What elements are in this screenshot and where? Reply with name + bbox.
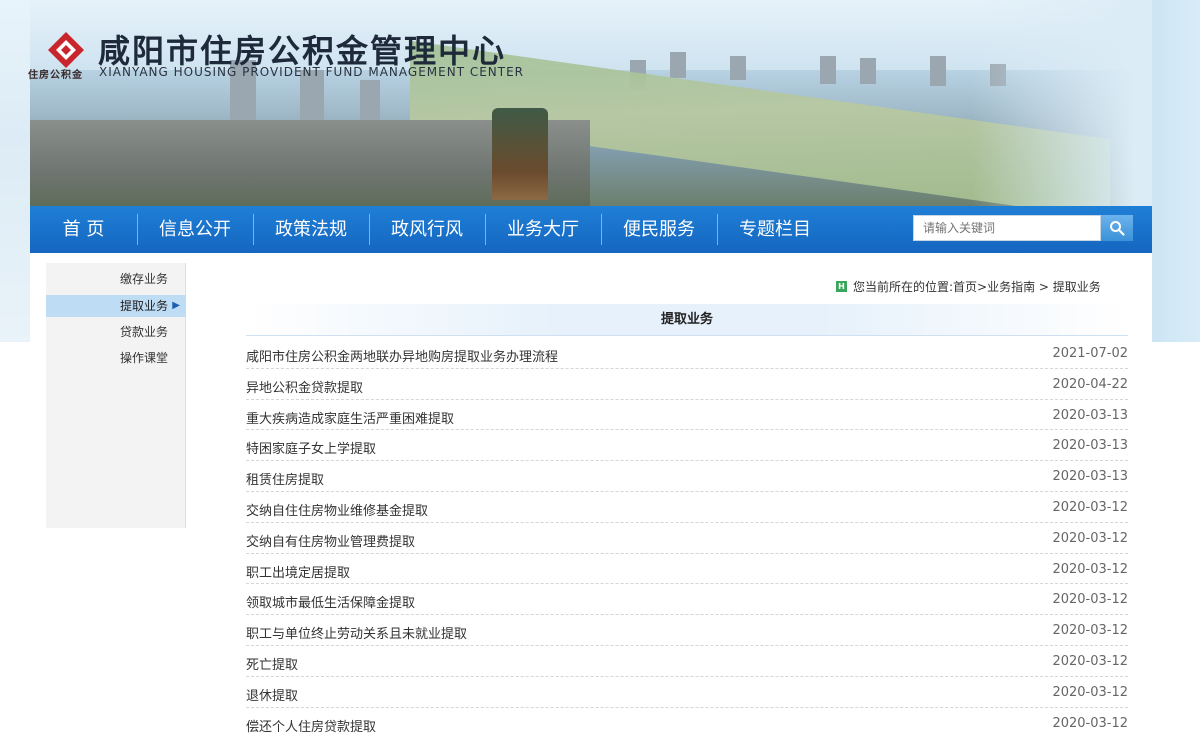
list-item: 死亡提取 2020-03-12 bbox=[246, 646, 1128, 677]
article-date: 2020-03-12 bbox=[1052, 530, 1128, 546]
article-date: 2020-03-13 bbox=[1052, 469, 1128, 485]
nav-item-info[interactable]: 信息公开 bbox=[137, 206, 253, 253]
list-item: 职工与单位终止劳动关系且未就业提取 2020-03-12 bbox=[246, 615, 1128, 646]
article-date: 2020-03-12 bbox=[1052, 653, 1128, 669]
nav-item-topics[interactable]: 专题栏目 bbox=[717, 206, 833, 253]
search-input[interactable] bbox=[914, 216, 1100, 240]
article-date: 2020-04-22 bbox=[1052, 376, 1128, 392]
list-item: 偿还个人住房贷款提取 2020-03-12 bbox=[246, 708, 1128, 734]
banner-building bbox=[670, 52, 686, 78]
banner-building bbox=[860, 58, 876, 84]
list-item: 交纳自住住房物业维修基金提取 2020-03-12 bbox=[246, 492, 1128, 523]
nav-item-services[interactable]: 便民服务 bbox=[601, 206, 717, 253]
article-date: 2020-03-12 bbox=[1052, 561, 1128, 577]
breadcrumb-path[interactable]: 首页>业务指南 > 提取业务 bbox=[953, 278, 1101, 295]
article-date: 2020-03-12 bbox=[1052, 684, 1128, 700]
section-title: 提取业务 bbox=[246, 304, 1128, 336]
nav-item-policy[interactable]: 政策法规 bbox=[253, 206, 369, 253]
list-item: 领取城市最低生活保障金提取 2020-03-12 bbox=[246, 584, 1128, 616]
sidebar-item-deposit[interactable]: 缴存业务 bbox=[46, 268, 186, 290]
sidebar-item-label: 贷款业务 bbox=[119, 325, 168, 339]
banner-fade bbox=[972, 0, 1152, 206]
article-date: 2020-03-12 bbox=[1052, 592, 1128, 608]
article-link[interactable]: 咸阳市住房公积金两地联办异地购房提取业务办理流程 bbox=[246, 346, 558, 365]
triangle-right-icon: ▶ bbox=[172, 300, 180, 311]
breadcrumb-prefix: 您当前所在的位置: bbox=[853, 280, 954, 294]
article-link[interactable]: 交纳自住住房物业维修基金提取 bbox=[246, 500, 428, 519]
sidebar-item-withdrawal[interactable]: 提取业务 ▶ bbox=[46, 295, 186, 317]
logo-caption: 住房公积金 bbox=[28, 70, 83, 81]
banner-building bbox=[820, 56, 836, 84]
nav-item-conduct[interactable]: 政风行风 bbox=[369, 206, 485, 253]
nav-item-home[interactable]: 首 页 bbox=[30, 206, 137, 253]
banner-building bbox=[730, 56, 746, 80]
article-link[interactable]: 特困家庭子女上学提取 bbox=[246, 438, 376, 457]
list-item: 异地公积金贷款提取 2020-04-22 bbox=[246, 369, 1128, 400]
article-link[interactable]: 退休提取 bbox=[246, 685, 298, 704]
article-link[interactable]: 职工出境定居提取 bbox=[246, 562, 350, 581]
article-list: 咸阳市住房公积金两地联办异地购房提取业务办理流程 2021-07-02 异地公积… bbox=[246, 338, 1128, 734]
article-date: 2020-03-12 bbox=[1052, 715, 1128, 731]
article-link[interactable]: 领取城市最低生活保障金提取 bbox=[246, 592, 415, 611]
sidebar-item-label: 操作课堂 bbox=[119, 351, 168, 365]
nav-item-business-hall[interactable]: 业务大厅 bbox=[485, 206, 601, 253]
article-link[interactable]: 租赁住房提取 bbox=[246, 469, 324, 488]
article-link[interactable]: 异地公积金贷款提取 bbox=[246, 377, 363, 396]
list-item: 退休提取 2020-03-12 bbox=[246, 677, 1128, 708]
article-date: 2020-03-13 bbox=[1052, 407, 1128, 423]
search-icon bbox=[1110, 221, 1125, 236]
article-date: 2021-07-02 bbox=[1052, 346, 1128, 361]
article-link[interactable]: 偿还个人住房贷款提取 bbox=[246, 716, 376, 734]
list-item: 重大疾病造成家庭生活严重困难提取 2020-03-13 bbox=[246, 400, 1128, 431]
sidebar: 缴存业务 提取业务 ▶ 贷款业务 操作课堂 bbox=[46, 263, 186, 528]
article-link[interactable]: 交纳自有住房物业管理费提取 bbox=[246, 531, 415, 550]
article-link[interactable]: 职工与单位终止劳动关系且未就业提取 bbox=[246, 623, 467, 642]
site-subtitle: XIANYANG HOUSING PROVIDENT FUND MANAGEME… bbox=[99, 65, 525, 79]
banner-building bbox=[930, 56, 946, 86]
sidebar-item-label: 缴存业务 bbox=[119, 272, 168, 286]
list-item: 租赁住房提取 2020-03-13 bbox=[246, 461, 1128, 492]
article-date: 2020-03-13 bbox=[1052, 438, 1128, 454]
search-button[interactable] bbox=[1101, 215, 1133, 241]
sidebar-item-loan[interactable]: 贷款业务 bbox=[46, 321, 186, 343]
list-item: 职工出境定居提取 2020-03-12 bbox=[246, 554, 1128, 585]
article-date: 2020-03-12 bbox=[1052, 623, 1128, 639]
list-item: 特困家庭子女上学提取 2020-03-13 bbox=[246, 430, 1128, 462]
sidebar-item-label: 提取业务 bbox=[119, 299, 168, 313]
banner-tower bbox=[492, 108, 548, 200]
article-date: 2020-03-12 bbox=[1052, 499, 1128, 515]
sidebar-item-tutorial[interactable]: 操作课堂 bbox=[46, 347, 186, 369]
breadcrumb: H 您当前所在的位置: 首页>业务指南 > 提取业务 bbox=[836, 278, 1101, 295]
article-link[interactable]: 重大疾病造成家庭生活严重困难提取 bbox=[246, 408, 454, 427]
list-item: 咸阳市住房公积金两地联办异地购房提取业务办理流程 2021-07-02 bbox=[246, 338, 1128, 369]
article-link[interactable]: 死亡提取 bbox=[246, 654, 298, 673]
housing-fund-logo-icon bbox=[48, 32, 84, 68]
search-box bbox=[913, 215, 1101, 241]
list-item: 交纳自有住房物业管理费提取 2020-03-12 bbox=[246, 523, 1128, 554]
home-icon: H bbox=[836, 281, 847, 292]
